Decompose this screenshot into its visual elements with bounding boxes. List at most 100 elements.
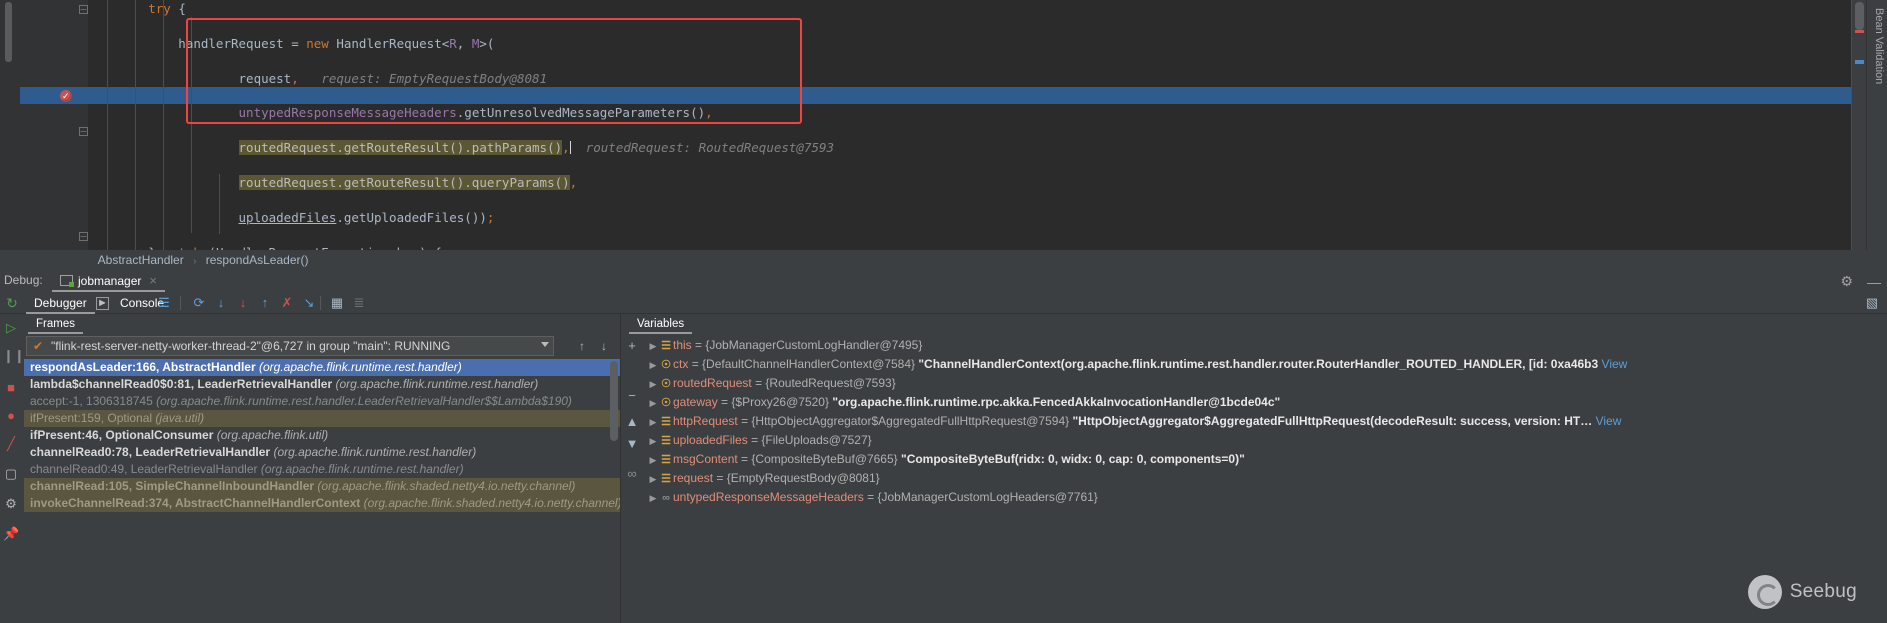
variable-row[interactable]: ▶☰msgContent = {CompositeByteBuf@7665} "… [643, 450, 1887, 469]
frame-list-item[interactable]: channelRead0:49, LeaderRetrievalHandler … [24, 461, 620, 478]
step-into-icon[interactable]: ↓ [212, 294, 230, 312]
frame-list-item[interactable]: ifPresent:159, Optional (java.util) [24, 410, 620, 427]
view-link[interactable]: View [1602, 357, 1628, 371]
move-up-icon[interactable]: ▲ [624, 414, 640, 430]
expand-arrow-icon[interactable]: ▶ [647, 356, 659, 375]
variables-gutter-toolbar[interactable]: + − ▲ ▼ ∞ [621, 336, 643, 623]
debug-header-actions[interactable]: ⚙ — [1840, 273, 1881, 290]
infinity-icon: ∞ [659, 489, 673, 508]
tab-frames[interactable]: Frames [28, 314, 83, 334]
frame-method: channelRead0:78, LeaderRetrievalHandler [30, 445, 270, 459]
stop-icon[interactable]: ■ [3, 380, 19, 396]
bean-validation-toolwindow-button[interactable]: Bean Validation [1873, 8, 1885, 84]
resume-icon[interactable]: ▷ [3, 320, 19, 336]
error-stripe-mark[interactable] [1855, 30, 1864, 33]
caret-stripe-mark[interactable] [1855, 60, 1864, 64]
minimize-icon[interactable]: — [1867, 274, 1881, 290]
variable-row[interactable]: ▶☉routedRequest = {RoutedRequest@7593} [643, 374, 1887, 393]
tab-variables[interactable]: Variables [629, 314, 692, 334]
camera-icon[interactable]: ▢ [3, 466, 19, 482]
variables-list[interactable]: ▶☰this = {JobManagerCustomLogHandler@749… [643, 336, 1887, 623]
settings-icon[interactable]: ⚙ [3, 496, 19, 512]
frame-list-item[interactable]: invokeChannelRead:374, AbstractChannelHa… [24, 495, 620, 512]
rerun-icon[interactable]: ↻ [3, 294, 21, 312]
seebug-logo-icon [1748, 575, 1782, 609]
line-code: uploadedFiles.getUploadedFiles()); [88, 209, 494, 226]
breadcrumb-method[interactable]: respondAsLeader() [206, 253, 309, 267]
layout-icon[interactable]: ☰ [155, 294, 173, 312]
variable-row[interactable]: ▶☉ctx = {DefaultChannelHandlerContext@75… [643, 355, 1887, 374]
mute-breakpoints-icon[interactable]: ╱ [3, 436, 19, 452]
editor-gutter[interactable] [20, 0, 88, 250]
fold-marker-icon[interactable]: ─ [79, 5, 88, 14]
gear-icon[interactable]: ⚙ [1840, 273, 1853, 290]
editor-left-scroll-strip[interactable] [0, 0, 20, 250]
expand-arrow-icon[interactable]: ▶ [647, 432, 659, 451]
drop-frame-icon[interactable]: ✗ [278, 294, 296, 312]
fold-marker-icon[interactable]: ─ [79, 127, 88, 136]
frame-list-item[interactable]: respondAsLeader:166, AbstractHandler (or… [24, 359, 620, 376]
evaluate-expression-icon[interactable]: ▦ [328, 294, 346, 312]
expand-arrow-icon[interactable]: ▶ [647, 337, 659, 356]
pin-icon[interactable]: 📌 [3, 526, 19, 542]
debug-side-toolbar[interactable]: ▷ ❙❙ ■ ● ╱ ▢ ⚙ 📌 [0, 314, 22, 623]
variable-row[interactable]: ▶☰this = {JobManagerCustomLogHandler@749… [643, 336, 1887, 355]
frame-list-item[interactable]: channelRead0:78, LeaderRetrievalHandler … [24, 444, 620, 461]
settings-list-icon[interactable]: ≣ [350, 294, 368, 312]
variable-row[interactable]: ▶∞untypedResponseMessageHeaders = {JobMa… [643, 488, 1887, 507]
editor-scrollbar-thumb[interactable] [5, 2, 12, 62]
expand-arrow-icon[interactable]: ▶ [647, 470, 659, 489]
expand-arrow-icon[interactable]: ▶ [647, 413, 659, 432]
frames-list[interactable]: respondAsLeader:166, AbstractHandler (or… [24, 359, 620, 623]
editor-right-gutter[interactable] [1852, 0, 1866, 250]
expand-arrow-icon[interactable]: ▶ [647, 375, 659, 394]
frame-list-item[interactable]: ifPresent:46, OptionalConsumer (org.apac… [24, 427, 620, 444]
debug-session-tab[interactable]: jobmanager× [52, 270, 165, 292]
step-out-icon[interactable]: ↑ [256, 294, 274, 312]
add-icon[interactable]: + [624, 338, 640, 354]
run-to-cursor-icon[interactable]: ↘ [300, 294, 318, 312]
editor-code-area[interactable]: 162 try { 163 handlerRequest = new Handl… [88, 0, 1887, 250]
right-toolwindow-strip[interactable]: Bean Validation [1866, 0, 1887, 270]
tab-debugger[interactable]: Debugger [26, 292, 95, 314]
frame-list-item[interactable]: accept:-1, 1306318745 (org.apache.flink.… [24, 393, 620, 410]
thread-selector[interactable]: ✔ "flink-rest-server-netty-worker-thread… [26, 336, 554, 356]
remove-icon[interactable]: − [624, 388, 640, 404]
debug-toolbar[interactable]: ↻ Debugger ► Console ☰ ⟳ ↓ ↓ ↑ ✗ ↘ ▦ ≣ ▧ [0, 292, 1887, 314]
breadcrumb[interactable]: AbstractHandler › respondAsLeader() [0, 250, 1887, 270]
breakpoint-icon[interactable]: ✓ [60, 90, 72, 102]
variable-row[interactable]: ▶☰request = {EmptyRequestBody@8081} [643, 469, 1887, 488]
variable-row[interactable]: ▶☰uploadedFiles = {FileUploads@7527} [643, 431, 1887, 450]
pause-icon[interactable]: ❙❙ [3, 348, 19, 364]
move-down-icon[interactable]: ↓ [596, 338, 612, 354]
variable-row[interactable]: ▶☰httpRequest = {HttpObjectAggregator$Ag… [643, 412, 1887, 431]
expand-arrow-icon[interactable]: ▶ [647, 394, 659, 413]
move-up-icon[interactable]: ↑ [574, 338, 590, 354]
line-code: routedRequest.getRouteResult().pathParam… [88, 139, 834, 156]
breadcrumb-class[interactable]: AbstractHandler [98, 253, 184, 267]
frame-list-item[interactable]: channelRead:105, SimpleChannelInboundHan… [24, 478, 620, 495]
variable-row[interactable]: ▶☉gateway = {$Proxy26@7520} "org.apache.… [643, 393, 1887, 412]
code-editor[interactable]: ✓ ─ ─ ─ 162 try { 163 handlerRequest = n… [0, 0, 1887, 250]
frames-scrollbar-thumb[interactable] [610, 361, 618, 441]
step-over-icon[interactable]: ⟳ [190, 294, 208, 312]
fold-marker-icon[interactable]: ─ [79, 232, 88, 241]
move-down-icon[interactable]: ▼ [624, 436, 640, 452]
force-step-into-icon[interactable]: ↓ [234, 294, 252, 312]
expand-arrow-icon[interactable]: ▶ [647, 489, 659, 508]
debug-layout-settings-icon[interactable]: ▧ [1863, 294, 1881, 312]
console-icon[interactable]: ► [96, 297, 109, 310]
frame-package: (org.apache.flink.runtime.rest.handler.L… [156, 394, 572, 408]
frame-list-item[interactable]: lambda$channelRead0$0:81, LeaderRetrieva… [24, 376, 620, 393]
frame-method: ifPresent:159, Optional [30, 411, 152, 425]
editor-vertical-scrollbar[interactable] [1855, 2, 1864, 30]
view-breakpoints-icon[interactable]: ● [3, 408, 19, 424]
chevron-down-icon[interactable] [541, 342, 549, 347]
close-icon[interactable]: × [149, 273, 157, 288]
view-link[interactable]: View [1596, 414, 1622, 428]
watch-icon[interactable]: ∞ [624, 466, 640, 482]
variable-string-value: "CompositeByteBuf(ridx: 0, widx: 0, cap:… [901, 452, 1245, 466]
expand-arrow-icon[interactable]: ▶ [647, 451, 659, 470]
code-line-current: 166 routedRequest.getRouteResult().pathP… [88, 139, 1887, 156]
param-icon: ☉ [659, 394, 673, 413]
